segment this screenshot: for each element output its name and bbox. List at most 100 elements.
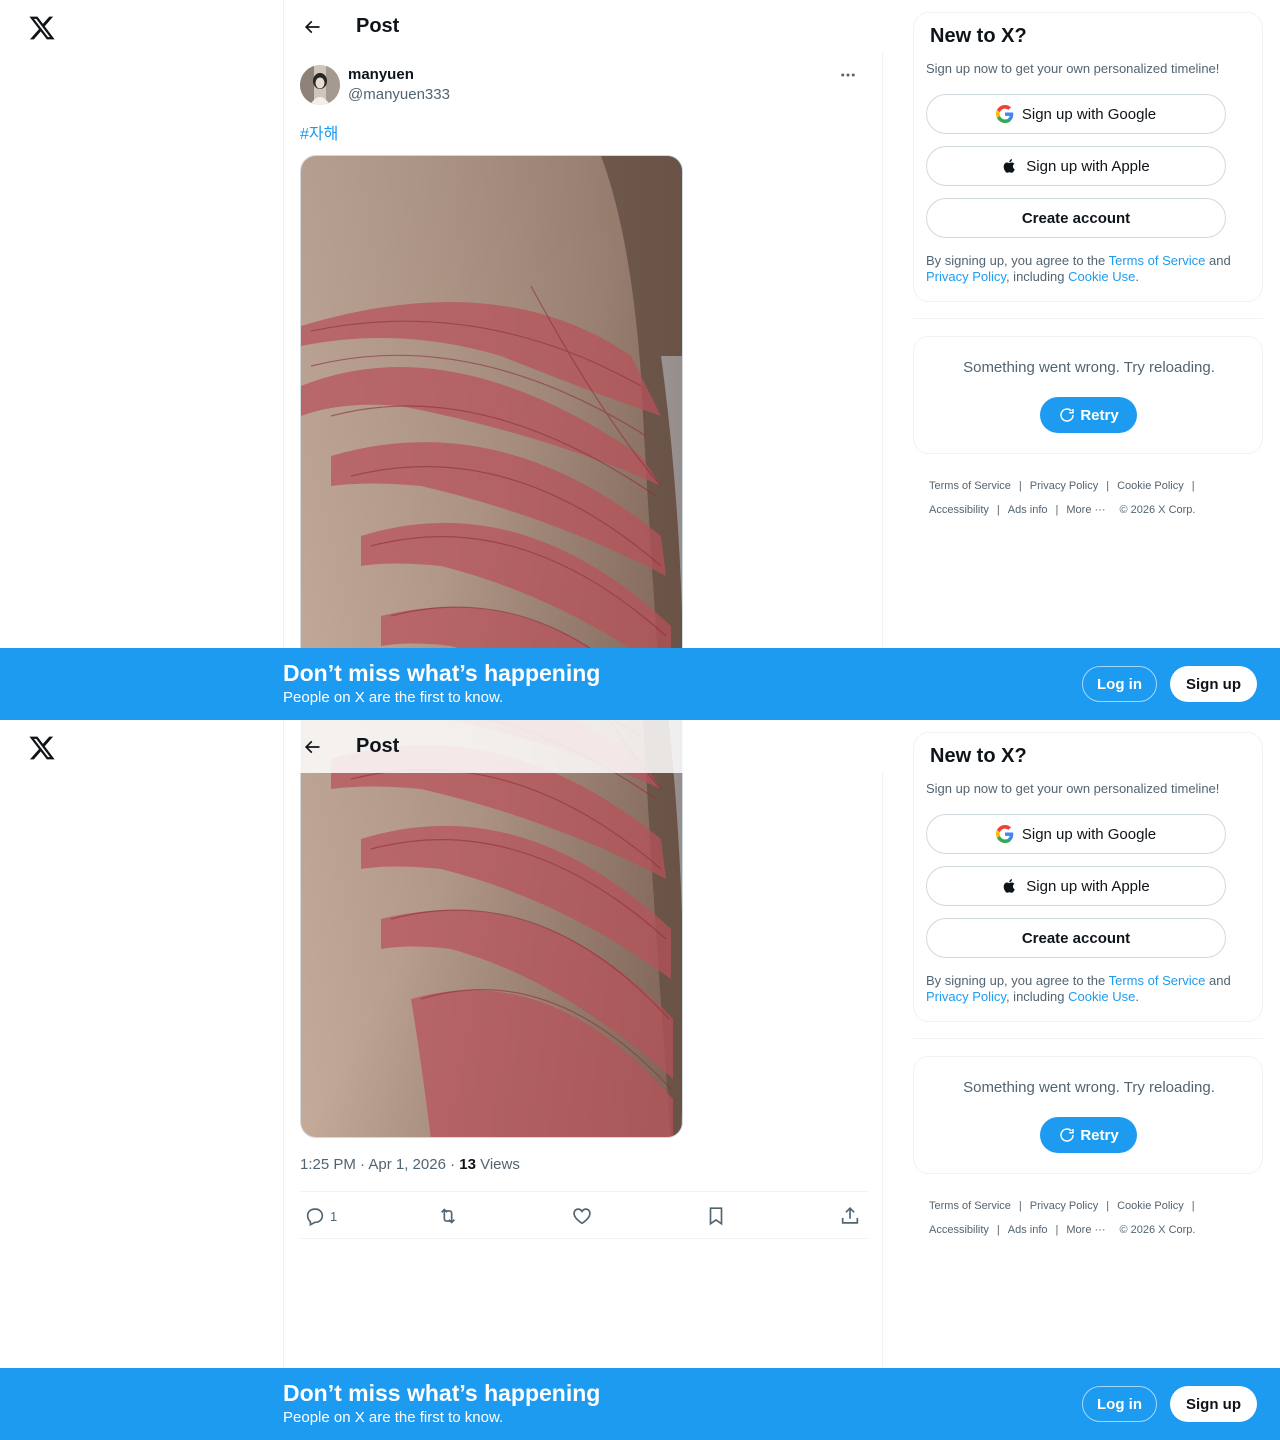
share-button[interactable]: [839, 1202, 861, 1230]
footer-privacy[interactable]: Privacy Policy: [1030, 1194, 1098, 1218]
post-photo: [301, 156, 682, 720]
login-button[interactable]: Log in: [1082, 666, 1157, 702]
signup-card: New to X? Sign up now to get your own pe…: [913, 732, 1263, 1022]
apple-signup-button[interactable]: Sign up with Apple: [926, 146, 1226, 186]
terms-link[interactable]: Terms of Service: [1109, 973, 1206, 988]
terms-text: , including: [1005, 269, 1069, 284]
apple-icon: [1003, 159, 1016, 173]
post-image[interactable]: [300, 720, 683, 1138]
post-timestamp[interactable]: 1:25 PM · Apr 1, 2026 ·: [300, 1156, 459, 1173]
retry-button[interactable]: Retry: [1040, 1117, 1137, 1153]
footer-sep: |: [1055, 1224, 1059, 1236]
footer-accessibility[interactable]: Accessibility: [929, 1218, 989, 1242]
footer-tos[interactable]: Terms of Service: [929, 1194, 1011, 1218]
post-header: Post: [284, 0, 883, 53]
repost-icon: [440, 1208, 456, 1224]
footer-cookie[interactable]: Cookie Policy: [1117, 474, 1184, 498]
signup-subtitle: Sign up now to get your own personalized…: [926, 61, 1220, 76]
privacy-link[interactable]: Privacy Policy: [926, 269, 1006, 284]
footer-links: Terms of Service | Privacy Policy | Cookie…: [929, 474, 1249, 522]
error-message: Something went wrong. Try reloading.: [963, 1079, 1215, 1096]
author-handle[interactable]: @manyuen333: [348, 86, 450, 103]
retry-button[interactable]: Retry: [1040, 397, 1137, 433]
google-signup-button[interactable]: Sign up with Google: [926, 94, 1226, 134]
footer-accessibility[interactable]: Accessibility: [929, 498, 989, 522]
x-logo-icon[interactable]: [28, 14, 56, 42]
footer-sep: |: [1191, 480, 1195, 492]
post-header: Post: [284, 720, 883, 773]
reply-icon: [306, 1208, 324, 1227]
footer-sep: |: [1191, 1200, 1195, 1212]
privacy-link[interactable]: Privacy Policy: [926, 989, 1006, 1004]
terms-text: and: [1205, 973, 1231, 988]
retry-label: Retry: [1080, 1126, 1119, 1144]
banner-title: Don’t miss what’s happening: [283, 660, 601, 686]
apple-signup-button[interactable]: Sign up with Apple: [926, 866, 1226, 906]
create-account-button[interactable]: Create account: [926, 918, 1226, 958]
back-button[interactable]: [294, 729, 330, 765]
post-meta: 1:25 PM · Apr 1, 2026 · 13 Views: [300, 1156, 520, 1173]
footer-sep: |: [1055, 504, 1059, 516]
banner-title: Don’t miss what’s happening: [283, 1380, 601, 1406]
signup-title: New to X?: [930, 25, 1027, 47]
author-name[interactable]: manyuen: [348, 66, 414, 83]
cookie-link[interactable]: Cookie Use: [1068, 989, 1135, 1004]
bookmark-icon: [709, 1207, 723, 1226]
signup-button[interactable]: Sign up: [1170, 1386, 1257, 1422]
footer-ads[interactable]: Ads info: [1008, 498, 1048, 522]
apple-icon: [1003, 879, 1016, 893]
arrow-left-icon: [304, 20, 320, 33]
refresh-icon: [1060, 1128, 1075, 1142]
viewport-top: Post manyuen @manyuen333 #자해 New to X? S…: [0, 0, 1280, 720]
footer-privacy[interactable]: Privacy Policy: [1030, 474, 1098, 498]
signup-button[interactable]: Sign up: [1170, 666, 1257, 702]
like-button[interactable]: [571, 1202, 593, 1230]
hashtag-link[interactable]: #자해: [300, 120, 338, 144]
terms-text: and: [1205, 253, 1231, 268]
footer-links: Terms of Service | Privacy Policy | Cookie…: [929, 1194, 1249, 1242]
avatar-image: [300, 65, 340, 105]
terms-text: .: [1135, 989, 1139, 1004]
footer-tos[interactable]: Terms of Service: [929, 474, 1011, 498]
google-signup-button[interactable]: Sign up with Google: [926, 814, 1226, 854]
views-count: 13: [459, 1156, 476, 1173]
post-photo: [301, 720, 682, 1137]
page-title: Post: [356, 15, 400, 37]
views-label: Views: [475, 1156, 520, 1173]
footer-ads[interactable]: Ads info: [1008, 1218, 1048, 1242]
post-image[interactable]: [300, 155, 683, 720]
repost-button[interactable]: [437, 1202, 459, 1230]
terms-text: , including: [1005, 989, 1069, 1004]
page-title: Post: [356, 735, 400, 757]
back-button[interactable]: [294, 9, 330, 45]
share-icon: [841, 1207, 859, 1224]
reply-button[interactable]: 1: [304, 1202, 337, 1230]
post-actions: 1: [300, 1191, 868, 1239]
error-card: Something went wrong. Try reloading. Ret…: [913, 336, 1263, 454]
google-icon: [995, 825, 1014, 843]
footer-sep: |: [1018, 1200, 1022, 1212]
primary-column: Post manyuen @manyuen333 #자해: [283, 0, 883, 720]
avatar[interactable]: [300, 65, 340, 105]
bookmark-button[interactable]: [705, 1202, 727, 1230]
reply-count: 1: [330, 1208, 338, 1224]
banner-subtitle: People on X are the first to know.: [283, 689, 504, 706]
retry-label: Retry: [1080, 406, 1119, 424]
footer-sep: |: [996, 1224, 1000, 1236]
error-message: Something went wrong. Try reloading.: [963, 359, 1215, 376]
cookie-link[interactable]: Cookie Use: [1068, 269, 1135, 284]
terms-link[interactable]: Terms of Service: [1109, 253, 1206, 268]
login-button[interactable]: Log in: [1082, 1386, 1157, 1422]
primary-column: Post 1:25 PM · Apr 1, 2026 · 13 Views 1: [283, 720, 883, 1440]
signup-terms: By signing up, you agree to the Terms of…: [926, 973, 1251, 1005]
signup-title: New to X?: [930, 745, 1027, 767]
divider: [913, 1038, 1263, 1039]
footer-cookie[interactable]: Cookie Policy: [1117, 1194, 1184, 1218]
right-sidebar: New to X? Sign up now to get your own pe…: [913, 732, 1263, 1236]
create-account-button[interactable]: Create account: [926, 198, 1226, 238]
footer-more[interactable]: More ···: [1066, 1218, 1105, 1242]
footer-more[interactable]: More ···: [1066, 498, 1105, 522]
x-logo-icon[interactable]: [28, 734, 56, 762]
more-button[interactable]: [832, 64, 864, 86]
divider: [913, 318, 1263, 319]
